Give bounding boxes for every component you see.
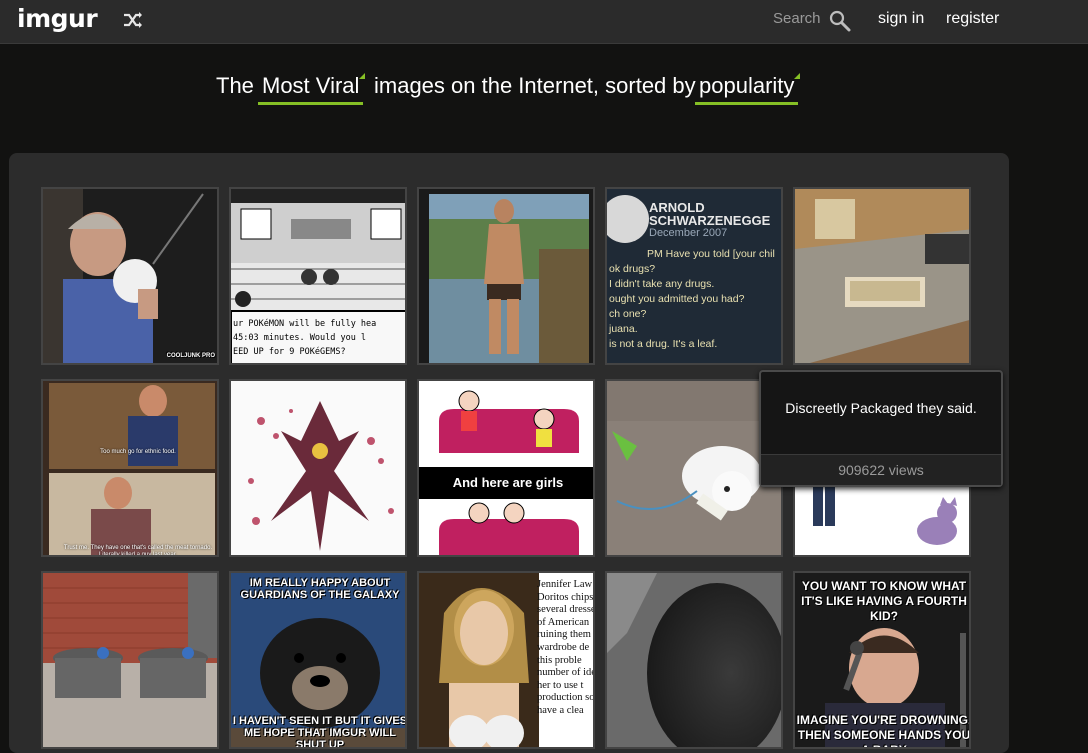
sort-dropdown-label: popularity <box>699 73 795 98</box>
top-navigation-bar: imgur sign in register <box>0 0 1088 44</box>
headline-prefix: The <box>216 73 254 98</box>
chat-line: PM Have you told [your chil <box>647 248 775 260</box>
tile-watermark: COOLJUNK PRO <box>166 353 215 359</box>
chat-line: ok drugs? <box>609 263 656 275</box>
chat-line: I didn't take any drugs. <box>609 278 715 290</box>
chat-line: ought you admitted you had? <box>609 293 745 305</box>
caption-line: this proble <box>537 654 582 666</box>
profile-date: December 2007 <box>649 227 728 239</box>
caption-line: have a clea <box>537 704 584 716</box>
gallery-thumbnail[interactable]: And here are girls <box>417 379 595 557</box>
caption-line: of American <box>537 616 590 628</box>
meme-top-text: IM REALLY HAPPY ABOUT GUARDIANS OF THE G… <box>240 577 400 601</box>
dropdown-corner-icon <box>359 73 365 79</box>
sort-dropdown[interactable]: popularity <box>695 70 800 105</box>
caption-line: wardrobe de <box>537 641 590 653</box>
search-icon[interactable] <box>828 9 852 33</box>
game-text-line: ur POKéMON will be fully hea <box>233 319 377 329</box>
game-text-line: 45:03 minutes. Would you l <box>233 333 367 343</box>
gallery-thumbnail[interactable]: Jennifer Law Doritos chips o several dre… <box>417 571 595 749</box>
caption-line: production so <box>537 692 595 704</box>
gallery-thumbnail[interactable] <box>605 571 783 749</box>
chat-line: juana. <box>609 323 638 335</box>
caption-line: her to use t <box>537 679 584 691</box>
caption-line: ruining them i <box>537 629 595 641</box>
meme-top-text: YOU WANT TO KNOW WHAT IT'S LIKE HAVING A… <box>801 579 967 623</box>
caption-line: Doritos chips o <box>537 591 595 603</box>
gallery-thumbnail[interactable]: ur POKéMON will be fully hea 45:03 minut… <box>229 187 407 365</box>
dropdown-corner-icon <box>794 73 800 79</box>
caption-line: several dresse <box>537 604 595 616</box>
meme-bottom-text: I HAVEN'T SEEN IT BUT IT GIVES ME HOPE T… <box>232 715 407 749</box>
gallery-thumbnail[interactable] <box>605 379 783 557</box>
comic-caption: And here are girls <box>452 475 564 490</box>
sign-in-link[interactable]: sign in <box>878 10 924 28</box>
search-input[interactable] <box>773 10 823 27</box>
subtitle-text: Trust me. They have one that's called th… <box>63 545 213 557</box>
tooltip-view-count: 909622 views <box>761 454 1001 485</box>
hover-tooltip: Discreetly Packaged they said. 909622 vi… <box>759 370 1003 487</box>
filter-dropdown[interactable]: Most Viral <box>258 70 365 105</box>
imgur-logo[interactable]: imgur <box>17 4 98 33</box>
game-text-line: EED UP for 9 POKéGEMS? <box>233 347 346 357</box>
gallery-thumbnail[interactable]: COOLJUNK PRO <box>41 187 219 365</box>
gallery-thumbnail[interactable]: IM REALLY HAPPY ABOUT GUARDIANS OF THE G… <box>229 571 407 749</box>
chat-line: ch one? <box>609 308 647 320</box>
gallery-thumbnail[interactable] <box>229 379 407 557</box>
shuffle-icon[interactable] <box>121 9 145 31</box>
headline-middle: images on the Internet, sorted by <box>374 73 696 98</box>
filter-dropdown-label: Most Viral <box>262 73 360 98</box>
register-link[interactable]: register <box>946 10 999 28</box>
subtitle-text: Too much go for ethnic food. <box>100 449 176 455</box>
gallery-thumbnail[interactable]: YOU WANT TO KNOW WHAT IT'S LIKE HAVING A… <box>793 571 971 749</box>
profile-name: ARNOLD SCHWARZENEGGE <box>649 200 771 228</box>
gallery-thumbnail[interactable]: ARNOLD SCHWARZENEGGE December 2007 PM Ha… <box>605 187 783 365</box>
gallery-thumbnail[interactable]: Too much go for ethnic food. Trust me. T… <box>41 379 219 557</box>
gallery-thumbnail[interactable] <box>793 187 971 365</box>
caption-line: number of ide <box>537 667 595 679</box>
gallery-headline: The Most Viral images on the Internet, s… <box>0 70 1088 110</box>
chat-line: is not a drug. It's a leaf. <box>609 338 718 350</box>
meme-bottom-text: IMAGINE YOU'RE DROWNING. THEN SOMEONE HA… <box>796 713 971 747</box>
caption-line: Jennifer Law <box>537 579 593 590</box>
tooltip-title: Discreetly Packaged they said. <box>785 400 977 416</box>
gallery-thumbnail[interactable] <box>41 571 219 749</box>
gallery-thumbnail[interactable] <box>417 187 595 365</box>
